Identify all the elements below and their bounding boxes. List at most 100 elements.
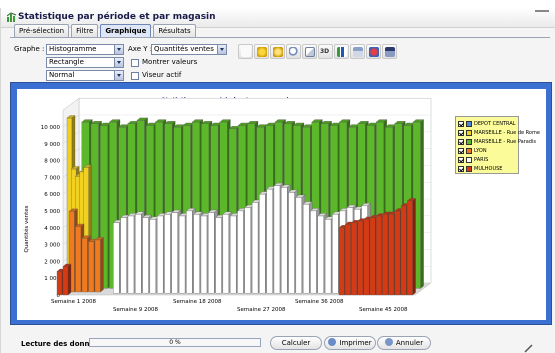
edit-pencil-icon	[524, 344, 533, 353]
bar-paris	[186, 210, 193, 294]
legend-item[interactable]: MULHOUSE	[458, 165, 520, 173]
bar-paris	[237, 210, 244, 294]
export-icon[interactable]	[366, 44, 381, 59]
x-tick-label: Semaine 18 2008	[173, 299, 222, 305]
bar-paris	[222, 214, 230, 294]
bar-mulhouse-side	[412, 198, 416, 296]
legend-checkbox[interactable]	[458, 139, 464, 145]
bar-paris	[200, 215, 208, 294]
legend-item[interactable]: DEPOT CENTRAL	[458, 120, 520, 128]
y-tick-label: 9 000	[44, 142, 60, 148]
bar-mulhouse	[394, 210, 401, 296]
annuler-button[interactable]: Annuler	[377, 336, 431, 350]
chevron-down-icon	[114, 71, 123, 80]
bar-paris	[142, 217, 149, 294]
bar-paris	[135, 214, 142, 294]
style-select-value: Normal	[49, 71, 75, 79]
viseur-actif-label: Viseur actif	[142, 71, 182, 79]
bar-mulhouse	[376, 215, 382, 296]
x-tick-label: Semaine 27 2008	[237, 307, 286, 313]
legend-item[interactable]: MARSEILLE - Rue Paradis	[458, 138, 536, 146]
bar-paris	[281, 187, 288, 294]
graphe-label: Graphe :	[14, 45, 45, 53]
legend-checkbox[interactable]	[458, 166, 464, 172]
bar-paris	[295, 197, 303, 294]
legend-label: PARIS	[474, 157, 489, 163]
blank-tool-button[interactable]	[238, 44, 253, 59]
3d-toggle-button[interactable]: 3D	[318, 44, 333, 59]
legend-item[interactable]: MARSEILLE - Rue de Rome	[458, 129, 540, 137]
tab-filtre[interactable]: Filtre	[71, 24, 99, 37]
shape-select[interactable]: Rectangle	[46, 57, 124, 68]
progress-bar: 0 %	[89, 338, 261, 347]
rotate-icon[interactable]	[254, 44, 269, 59]
bar-mulhouse	[382, 214, 388, 296]
y-tick-label: 8 000	[44, 159, 60, 165]
legend-checkbox[interactable]	[458, 121, 464, 127]
tab-graphique[interactable]: Graphique	[100, 24, 152, 37]
zoom-icon[interactable]	[286, 44, 301, 59]
bar-paris	[303, 204, 310, 294]
legend-item[interactable]: LYON	[458, 147, 520, 155]
bar-mulhouse	[363, 219, 370, 296]
copy-icon[interactable]	[302, 44, 317, 59]
imprimer-button[interactable]: Imprimer	[324, 336, 376, 350]
bar-paris	[127, 215, 135, 294]
tab-bar: Pré-sélection Filtre Graphique Résultats	[14, 24, 198, 37]
legend-checkbox[interactable]	[458, 157, 464, 163]
annuler-label: Annuler	[395, 339, 424, 347]
legend-checkbox[interactable]	[458, 148, 464, 154]
chevron-down-icon	[217, 45, 226, 54]
bar-paris	[273, 185, 281, 294]
bar-paris	[244, 207, 251, 294]
shape-select-value: Rectangle	[49, 58, 84, 66]
axe-y-select[interactable]: Quantités ventes	[151, 44, 227, 55]
bar-paris	[310, 210, 317, 294]
bar-paris	[317, 215, 324, 294]
bar-paris	[288, 192, 295, 294]
bar-mulhouse	[400, 205, 407, 296]
tab-underline	[10, 37, 550, 38]
tab-resultats[interactable]: Résultats	[153, 24, 196, 37]
legend-label: DEPOT CENTRAL	[474, 121, 516, 127]
tab-pre-selection[interactable]: Pré-sélection	[14, 24, 70, 37]
chart-toolbar: 3D	[238, 44, 398, 61]
stats-window-icon	[7, 12, 17, 22]
bar-paris	[149, 219, 157, 294]
legend-checkbox[interactable]	[458, 130, 464, 136]
bar-paris	[324, 219, 332, 294]
save-icon[interactable]	[382, 44, 397, 59]
bar-paris	[164, 214, 171, 294]
graphe-select-value: Histogramme	[49, 45, 97, 53]
y-tick-label: 4 000	[44, 226, 60, 232]
chevron-down-icon	[114, 58, 123, 67]
bar-mulhouse	[56, 271, 63, 296]
viseur-actif-checkbox[interactable]	[131, 72, 139, 80]
x-tick-label: Semaine 36 2008	[295, 299, 344, 305]
y-tick-label: 10 000	[41, 125, 61, 131]
bar-paris	[215, 217, 222, 294]
y-tick-label: 7 000	[44, 175, 60, 181]
graphe-select[interactable]: Histogramme	[46, 44, 124, 55]
legend-item[interactable]: PARIS	[458, 156, 520, 164]
chart-area: Statistique par période et par magasin01…	[17, 89, 546, 320]
bar-paris	[178, 215, 186, 294]
chart-frame: Statistique par période et par magasin01…	[10, 82, 552, 325]
refresh-icon[interactable]	[270, 44, 285, 59]
chart-type-icon[interactable]	[334, 44, 349, 59]
print-icon[interactable]	[350, 44, 365, 59]
style-select[interactable]: Normal	[46, 70, 124, 81]
bar-green-side	[420, 119, 424, 289]
bar-mulhouse	[388, 214, 395, 296]
imprimer-label: Imprimer	[339, 339, 372, 347]
bar-lyon	[94, 239, 101, 293]
legend-swatch	[466, 157, 472, 163]
bar-lyon	[75, 226, 82, 293]
x-tick-label: Semaine 1 2008	[51, 299, 96, 305]
legend-swatch	[466, 121, 472, 127]
bar-mulhouse	[407, 200, 413, 296]
progress-text: 0 %	[169, 339, 181, 346]
calculer-button[interactable]: Calculer	[270, 336, 322, 350]
x-tick-label: Semaine 45 2008	[359, 307, 408, 313]
montrer-valeurs-checkbox[interactable]	[131, 59, 139, 67]
